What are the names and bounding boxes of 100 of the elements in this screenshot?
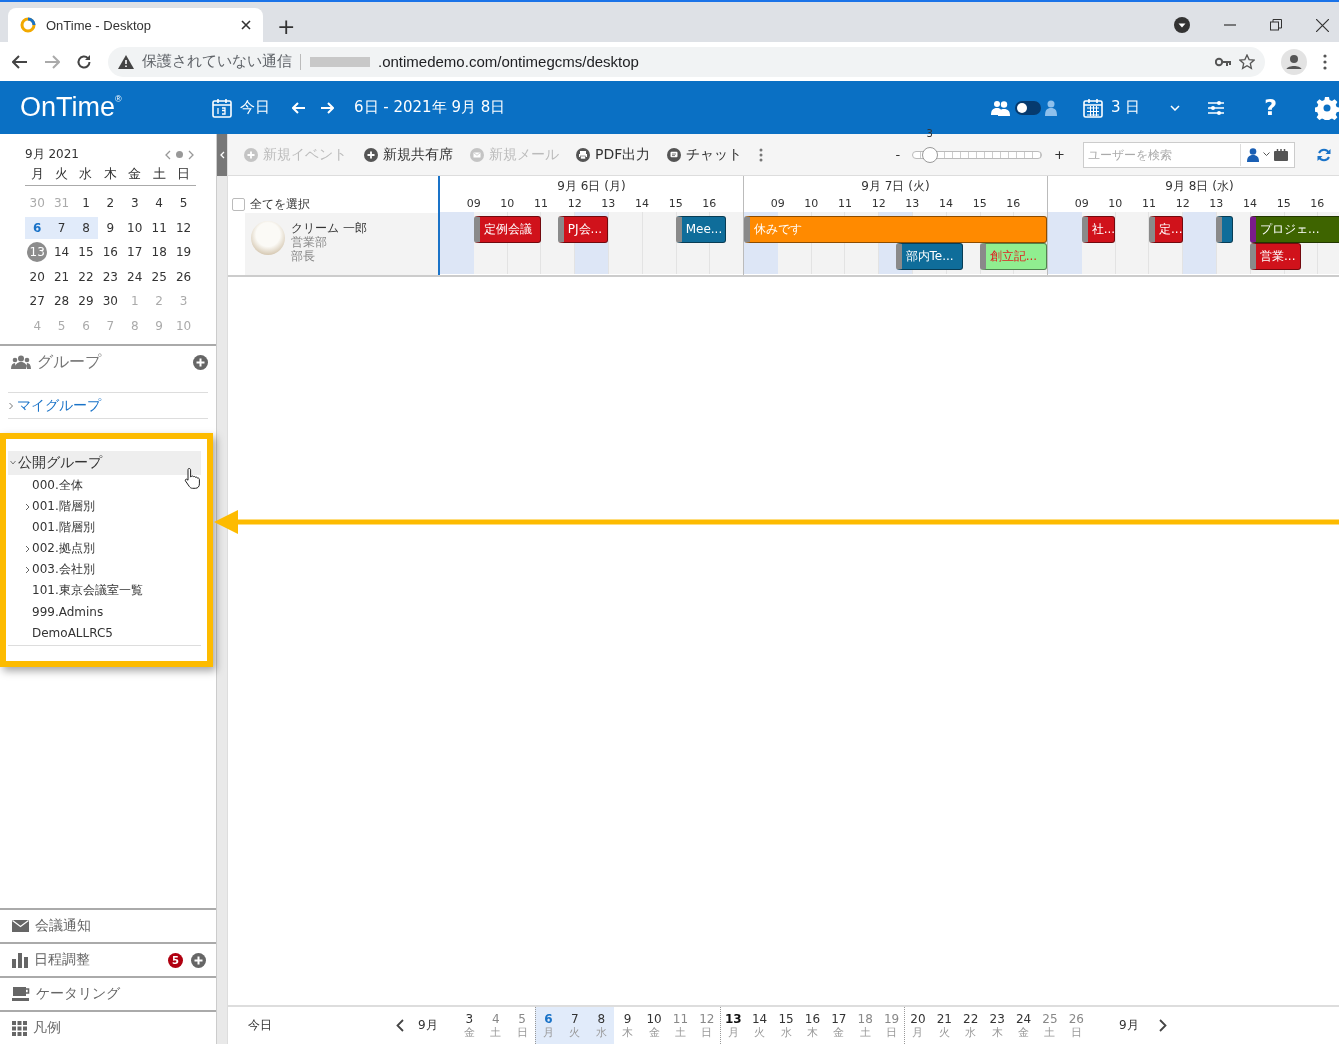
- date-item[interactable]: 25 土: [1036, 1007, 1063, 1044]
- date-item[interactable]: 16 木: [798, 1007, 826, 1044]
- checkbox[interactable]: [232, 197, 245, 211]
- calendar-icon[interactable]: [1274, 148, 1288, 161]
- event-block[interactable]: [1216, 216, 1234, 243]
- add-circle-icon[interactable]: [193, 354, 208, 370]
- date-item[interactable]: 9 木: [614, 1007, 641, 1044]
- arrow-right-icon[interactable]: [320, 101, 334, 114]
- date-item[interactable]: 5 日: [508, 1007, 535, 1044]
- event-block[interactable]: Mee...: [675, 216, 727, 243]
- close-icon[interactable]: [241, 20, 251, 30]
- key-icon[interactable]: [1215, 56, 1231, 67]
- date-item[interactable]: 8 水: [587, 1007, 614, 1044]
- calendar-day[interactable]: 15: [73, 241, 99, 264]
- help-button[interactable]: ?: [1264, 95, 1277, 120]
- group-item[interactable]: マイグループ: [8, 392, 208, 419]
- calendar-day[interactable]: 21: [49, 265, 74, 288]
- toolbar-button[interactable]: チャット: [667, 145, 743, 164]
- date-item[interactable]: 4 土: [482, 1007, 509, 1044]
- calendar-day[interactable]: 9: [98, 216, 123, 239]
- add-circle-icon[interactable]: [191, 952, 206, 968]
- reload-icon[interactable]: [76, 53, 92, 70]
- group-item[interactable]: 101.東京会議室一覧: [8, 580, 201, 601]
- sliders-icon[interactable]: [1208, 100, 1225, 115]
- nav-item[interactable]: ケータリング: [0, 976, 216, 1010]
- group-item[interactable]: DemoALLRC5: [8, 622, 201, 643]
- new-tab-button[interactable]: +: [277, 16, 296, 38]
- dot-icon[interactable]: [176, 151, 183, 158]
- date-item[interactable]: 3 金: [455, 1007, 483, 1044]
- calendar-day[interactable]: 25: [146, 265, 172, 288]
- restore-icon[interactable]: [1270, 19, 1282, 31]
- calendar-day[interactable]: 30: [98, 290, 123, 313]
- date-item[interactable]: 15 水: [772, 1007, 799, 1044]
- calendar-day[interactable]: 7: [49, 216, 74, 239]
- settings-icon[interactable]: [1315, 95, 1339, 120]
- date-item[interactable]: 11 土: [666, 1007, 694, 1044]
- view-toggle[interactable]: [1014, 100, 1041, 115]
- calendar-day[interactable]: 27: [25, 290, 50, 313]
- nav-item[interactable]: 日程調整 5: [0, 942, 216, 976]
- calendar-day[interactable]: 28: [49, 290, 74, 313]
- calendar-day[interactable]: 1: [73, 192, 99, 215]
- date-item[interactable]: 7 火: [561, 1007, 588, 1044]
- calendar-day[interactable]: 12: [171, 216, 196, 239]
- calendar-day[interactable]: 17: [122, 241, 147, 264]
- calendar-day[interactable]: 16: [98, 241, 123, 264]
- calendar-day[interactable]: 22: [73, 265, 99, 288]
- zoom-out-button[interactable]: -: [891, 147, 905, 162]
- date-item[interactable]: 24 金: [1009, 1007, 1037, 1044]
- toolbar-button[interactable]: PDF出力: [576, 145, 651, 164]
- refresh-icon[interactable]: [1317, 147, 1331, 162]
- calendar-day[interactable]: 23: [98, 265, 123, 288]
- date-item[interactable]: 21 火: [930, 1007, 958, 1044]
- date-item[interactable]: 10 金: [640, 1007, 667, 1044]
- event-block[interactable]: 部内Te...: [895, 243, 963, 270]
- event-block[interactable]: 定...: [1149, 216, 1183, 243]
- toolbar-button[interactable]: 新規共有席: [364, 145, 453, 164]
- date-item[interactable]: 14 火: [745, 1007, 773, 1044]
- calendar-day[interactable]: 18: [146, 241, 172, 264]
- chevron-left-icon[interactable]: [396, 1019, 404, 1032]
- nav-item[interactable]: 会議通知: [0, 908, 216, 942]
- chevron-right-icon[interactable]: [1158, 1019, 1167, 1032]
- calendar-day[interactable]: 10: [122, 216, 147, 239]
- zoom-in-button[interactable]: +: [1050, 147, 1069, 162]
- calendar-grid-icon[interactable]: [1082, 97, 1103, 118]
- date-item[interactable]: 17 金: [825, 1007, 852, 1044]
- today-button[interactable]: 今日: [248, 1017, 396, 1034]
- date-item[interactable]: 20 月: [904, 1007, 931, 1044]
- group-item[interactable]: 001.階層別: [8, 496, 201, 517]
- date-item[interactable]: 23 木: [983, 1007, 1010, 1044]
- calendar-day[interactable]: 19: [171, 241, 196, 264]
- group-item[interactable]: 999.Admins: [8, 601, 201, 622]
- event-block[interactable]: 定例会議: [473, 216, 541, 243]
- calendar-icon[interactable]: [212, 97, 232, 118]
- event-block[interactable]: 営業...: [1250, 243, 1301, 270]
- date-item[interactable]: 13 月: [719, 1007, 746, 1044]
- star-icon[interactable]: [1239, 53, 1255, 70]
- calendar-day[interactable]: 14: [49, 241, 74, 264]
- nav-item[interactable]: 凡例: [0, 1010, 216, 1044]
- calendar-day[interactable]: 4: [146, 192, 172, 215]
- calendar-day[interactable]: 8: [73, 216, 99, 239]
- group-item[interactable]: 003.会社別: [8, 559, 201, 580]
- back-arrow-icon[interactable]: [12, 54, 28, 69]
- calendar-day[interactable]: 29: [73, 290, 99, 313]
- date-item[interactable]: 18 土: [851, 1007, 878, 1044]
- caret-down-icon[interactable]: [1263, 152, 1270, 157]
- date-item[interactable]: 12 日: [693, 1007, 720, 1044]
- date-item[interactable]: 6 月: [534, 1007, 562, 1044]
- event-block[interactable]: 社...: [1081, 216, 1116, 243]
- collapse-handle[interactable]: [217, 134, 227, 176]
- date-item[interactable]: 19 日: [877, 1007, 905, 1044]
- group-item[interactable]: 001.階層別: [8, 517, 201, 538]
- more-vertical-icon[interactable]: [1323, 53, 1327, 70]
- chevron-down-icon[interactable]: [1170, 104, 1181, 111]
- date-item[interactable]: 26 日: [1062, 1007, 1089, 1044]
- calendar-day[interactable]: 2: [98, 192, 123, 215]
- date-item[interactable]: 22 水: [957, 1007, 984, 1044]
- browser-tab[interactable]: OnTime - Desktop: [8, 8, 263, 42]
- dropdown-circle-icon[interactable]: [1174, 17, 1190, 33]
- calendar-day[interactable]: 20: [25, 265, 50, 288]
- calendar-day[interactable]: 24: [122, 265, 147, 288]
